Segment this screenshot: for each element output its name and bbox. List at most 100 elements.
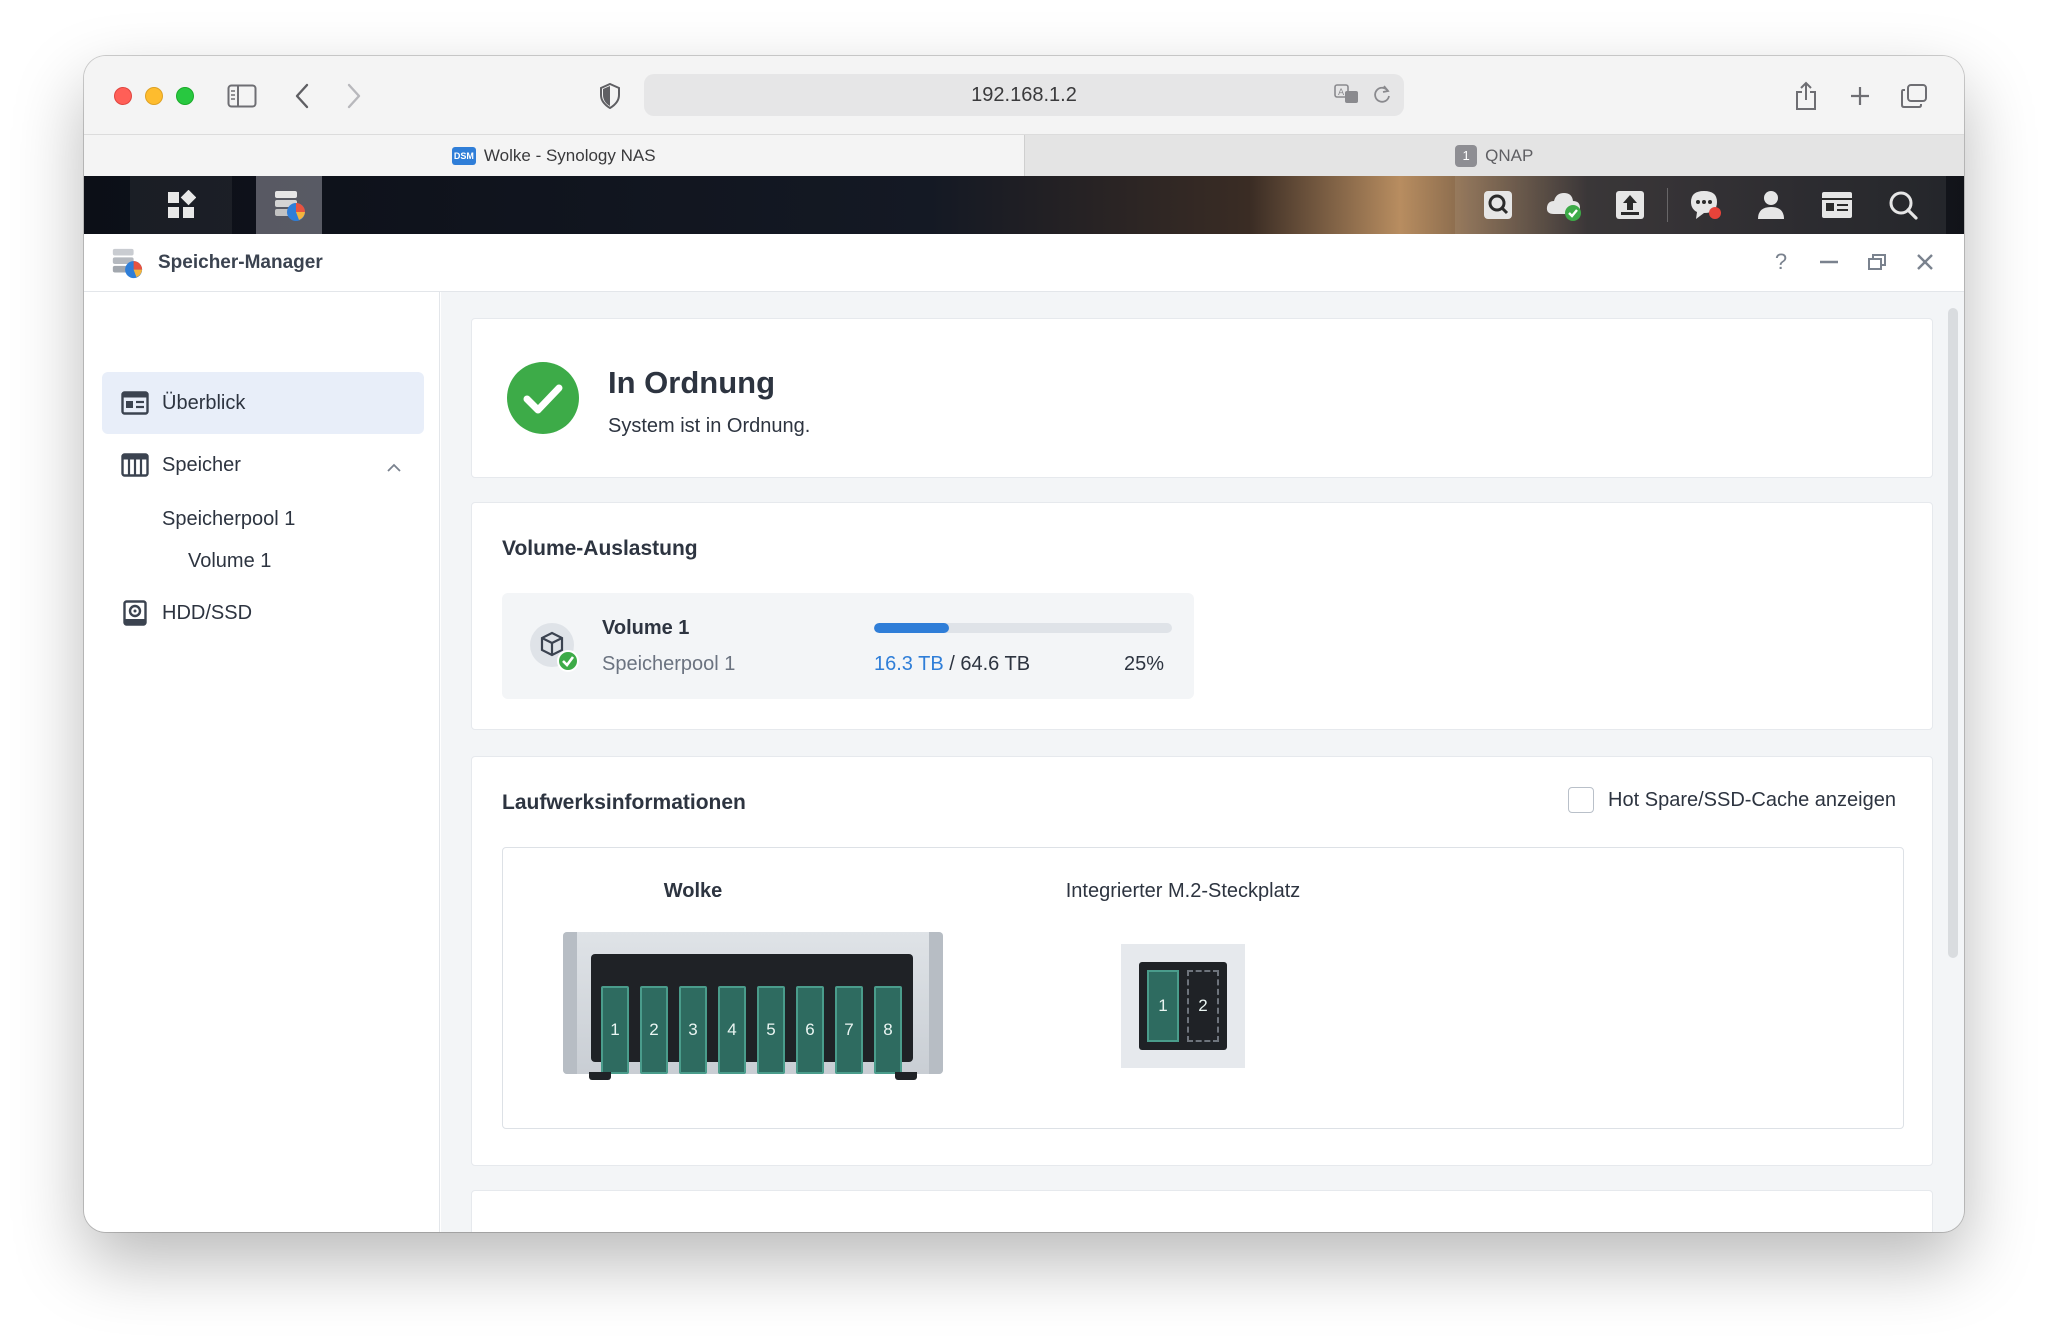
hot-spare-label: Hot Spare/SSD-Cache anzeigen	[1608, 788, 1896, 811]
widgets-icon[interactable]	[1804, 176, 1870, 234]
sidebar-item-hdd-ssd[interactable]: HDD/SSD	[102, 582, 424, 644]
drive-bay[interactable]: 2	[640, 986, 668, 1074]
used-capacity: 16.3 TB	[874, 653, 944, 675]
sidebar-item-volume[interactable]: Volume 1	[188, 550, 271, 573]
back-icon[interactable]	[284, 78, 320, 114]
tab-overview-icon[interactable]	[1896, 78, 1932, 114]
storage-manager-icon	[275, 191, 305, 221]
new-tab-icon[interactable]	[1842, 78, 1878, 114]
drives-panel: Wolke 1 2 3 4 5 6 7 8 Integrierter M.2-S…	[502, 847, 1904, 1129]
zoom-window-button[interactable]	[176, 87, 194, 105]
status-ok-icon	[506, 361, 580, 435]
main-menu-button[interactable]	[130, 176, 232, 234]
usage-progress-fill	[874, 623, 949, 633]
usage-percent: 25%	[1124, 653, 1165, 675]
sidebar-item-storage[interactable]: Speicher	[102, 434, 424, 496]
share-icon[interactable]	[1788, 78, 1824, 114]
hdd-icon	[120, 598, 150, 628]
search-icon[interactable]	[1870, 176, 1936, 234]
tab-wolke[interactable]: DSM Wolke - Synology NAS	[84, 135, 1024, 176]
close-button[interactable]	[1912, 248, 1938, 276]
dsm-favicon-icon: DSM	[451, 146, 476, 165]
sidebar-item-label: Speicher	[162, 453, 241, 476]
qnap-favicon-icon: 1	[1455, 144, 1478, 167]
chevron-up-icon[interactable]	[386, 456, 402, 479]
browser-tab-bar: DSM Wolke - Synology NAS 1 QNAP	[84, 134, 1964, 176]
drive-info-card: Laufwerksinformationen Hot Spare/SSD-Cac…	[471, 756, 1933, 1166]
drive-bay[interactable]: 8	[874, 986, 902, 1074]
drive-bay[interactable]: 6	[796, 986, 824, 1074]
nas-name: Wolke	[663, 880, 723, 902]
upload-tray-icon[interactable]	[1597, 176, 1663, 234]
minimize-button[interactable]	[1816, 248, 1842, 276]
usage-progress-bar	[874, 623, 1172, 633]
hot-spare-checkbox[interactable]	[1568, 787, 1595, 813]
window-controls: ?	[1768, 248, 1938, 276]
scrollbar[interactable]	[1948, 308, 1958, 958]
m2-slot-empty[interactable]: 2	[1187, 970, 1219, 1042]
grid-menu-icon	[168, 190, 196, 218]
svg-text:A: A	[1338, 88, 1345, 98]
sidebar-item-label: Überblick	[162, 391, 246, 414]
next-card	[471, 1190, 1933, 1232]
storage-manager-taskbar-button[interactable]	[256, 176, 322, 234]
forward-icon[interactable]	[336, 78, 372, 114]
tray-separator	[1667, 188, 1668, 222]
m2-slots: 1 2	[1139, 962, 1227, 1050]
capacity-separator: /	[949, 653, 955, 675]
main-content: In Ordnung System ist in Ordnung. Volume…	[441, 292, 1964, 1232]
volume-usage-card: Volume-Auslastung Volume 1 Speicherpool …	[471, 502, 1933, 730]
browser-toolbar: 192.168.1.2 A	[84, 56, 1964, 134]
traffic-lights	[114, 87, 194, 105]
system-tray	[1455, 176, 1946, 234]
tab-label: Wolke - Synology NAS	[483, 145, 656, 165]
m2-slot[interactable]: 1	[1147, 970, 1179, 1042]
volume-pool-name: Speicherpool 1	[602, 653, 736, 675]
sidebar-toggle-icon[interactable]	[224, 78, 260, 114]
chassis-foot	[895, 1072, 917, 1080]
m2-slot-panel[interactable]: 1 2	[1121, 944, 1245, 1068]
minimize-window-button[interactable]	[145, 87, 163, 105]
status-title: In Ordnung	[608, 365, 776, 400]
app-title: Speicher-Manager	[158, 251, 323, 273]
m2-slot-label: Integrierter M.2-Steckplatz	[1065, 880, 1301, 902]
storage-manager-app-icon	[110, 246, 144, 280]
sidebar-item-label: HDD/SSD	[162, 601, 253, 624]
translate-icon[interactable]: A	[1334, 83, 1360, 111]
address-bar[interactable]: 192.168.1.2 A	[644, 74, 1404, 116]
privacy-shield-icon[interactable]	[592, 78, 628, 114]
sidebar-item-overview[interactable]: Überblick	[102, 372, 424, 434]
usage-text: 16.3 TB / 64.6 TB	[874, 653, 1030, 676]
drive-bay[interactable]: 5	[757, 986, 785, 1074]
search-tray-icon[interactable]	[1465, 176, 1531, 234]
reload-icon[interactable]	[1372, 83, 1392, 111]
sidebar: Überblick Speicher Speicherpool 1 Volume…	[84, 292, 440, 1232]
nas-chassis[interactable]: 1 2 3 4 5 6 7 8	[563, 932, 943, 1080]
notifications-icon[interactable]	[1672, 176, 1738, 234]
user-icon[interactable]	[1738, 176, 1804, 234]
sidebar-item-storage-pool[interactable]: Speicherpool 1	[162, 508, 295, 531]
browser-window: 192.168.1.2 A DSM Wolke - Synology NAS 1…	[84, 56, 1964, 1232]
cloud-sync-icon[interactable]	[1531, 176, 1597, 234]
hot-spare-toggle[interactable]: Hot Spare/SSD-Cache anzeigen	[1568, 787, 1896, 813]
storage-icon	[120, 450, 150, 480]
status-card: In Ordnung System ist in Ordnung.	[471, 318, 1933, 478]
restore-button[interactable]	[1864, 248, 1890, 276]
chassis-foot	[589, 1072, 611, 1080]
app-title-bar: Speicher-Manager ?	[84, 234, 1964, 292]
drive-bay[interactable]: 1	[601, 986, 629, 1074]
drive-bays: 1 2 3 4 5 6 7 8	[591, 954, 913, 1074]
volume-usage-row[interactable]: Volume 1 Speicherpool 1 16.3 TB / 64.6 T…	[502, 593, 1194, 699]
drive-bay[interactable]: 7	[835, 986, 863, 1074]
drive-bay[interactable]: 3	[679, 986, 707, 1074]
help-button[interactable]: ?	[1768, 248, 1794, 276]
volume-icon	[528, 621, 580, 673]
total-capacity: 64.6 TB	[960, 653, 1031, 675]
tab-qnap[interactable]: 1 QNAP	[1023, 135, 1965, 176]
volume-usage-heading: Volume-Auslastung	[502, 537, 698, 560]
close-window-button[interactable]	[114, 87, 132, 105]
drive-bay[interactable]: 4	[718, 986, 746, 1074]
drive-info-heading: Laufwerksinformationen	[502, 791, 746, 814]
address-text: 192.168.1.2	[971, 83, 1077, 106]
status-subtitle: System ist in Ordnung.	[608, 415, 811, 437]
